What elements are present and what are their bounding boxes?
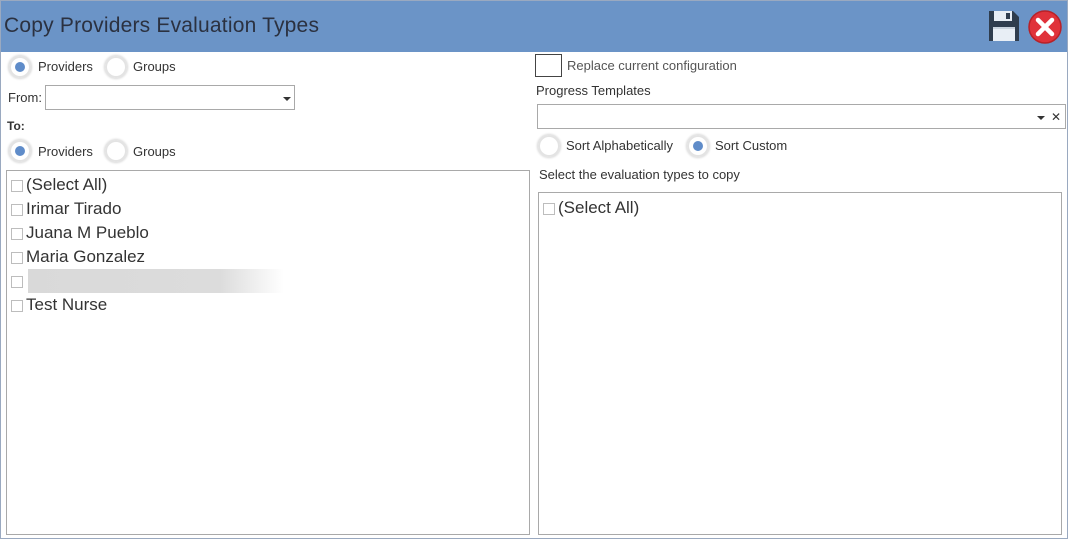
replace-configuration-label[interactable]: Replace current configuration (567, 58, 737, 73)
close-circle-icon[interactable] (1027, 9, 1063, 45)
list-item-select-all[interactable]: (Select All) (543, 197, 639, 219)
target-provider-list: (Select All) Irimar Tirado Juana M Puebl… (6, 170, 530, 535)
from-groups-label[interactable]: Groups (133, 59, 176, 74)
replace-configuration-checkbox[interactable] (535, 54, 562, 77)
floppy-disk-icon[interactable] (987, 9, 1021, 43)
sort-custom-label[interactable]: Sort Custom (715, 138, 787, 153)
list-item-redacted[interactable] (11, 269, 284, 293)
checkbox[interactable] (11, 299, 23, 312)
list-item[interactable]: Juana M Pueblo (11, 222, 149, 244)
copy-evaluation-types-dialog: Copy Providers Evaluation Types Provider… (0, 0, 1068, 539)
evaluation-types-label: Select the evaluation types to copy (539, 167, 740, 182)
title-bar: Copy Providers Evaluation Types (1, 1, 1067, 52)
checkbox[interactable] (11, 203, 23, 216)
list-item[interactable]: Test Nurse (11, 294, 107, 316)
redacted-name (28, 269, 284, 293)
sort-alphabetically-label[interactable]: Sort Alphabetically (566, 138, 673, 153)
sort-custom-radio[interactable] (687, 135, 709, 157)
chevron-down-icon (283, 97, 291, 101)
checkbox[interactable] (11, 179, 23, 192)
sort-alphabetically-radio[interactable] (538, 135, 560, 157)
list-item[interactable]: Irimar Tirado (11, 198, 121, 220)
evaluation-types-list: (Select All) (538, 192, 1062, 535)
from-groups-radio[interactable] (105, 56, 127, 78)
to-providers-label[interactable]: Providers (38, 144, 93, 159)
from-dropdown[interactable] (45, 85, 295, 110)
checkbox[interactable] (543, 202, 555, 215)
from-label: From: (8, 90, 42, 105)
from-providers-label[interactable]: Providers (38, 59, 93, 74)
dialog-title: Copy Providers Evaluation Types (4, 14, 320, 37)
clear-icon[interactable]: ✕ (1051, 111, 1061, 123)
checkbox[interactable] (11, 251, 23, 264)
from-providers-radio[interactable] (9, 56, 31, 78)
to-providers-radio[interactable] (9, 140, 31, 162)
checkbox[interactable] (11, 227, 23, 240)
to-groups-label[interactable]: Groups (133, 144, 176, 159)
list-item-select-all[interactable]: (Select All) (11, 174, 107, 196)
list-item[interactable]: Maria Gonzalez (11, 246, 145, 268)
chevron-down-icon[interactable] (1037, 116, 1045, 120)
progress-templates-dropdown[interactable]: ✕ (537, 104, 1066, 129)
checkbox[interactable] (11, 275, 23, 288)
progress-templates-label: Progress Templates (536, 83, 651, 98)
to-label: To: (7, 119, 25, 133)
to-groups-radio[interactable] (105, 140, 127, 162)
